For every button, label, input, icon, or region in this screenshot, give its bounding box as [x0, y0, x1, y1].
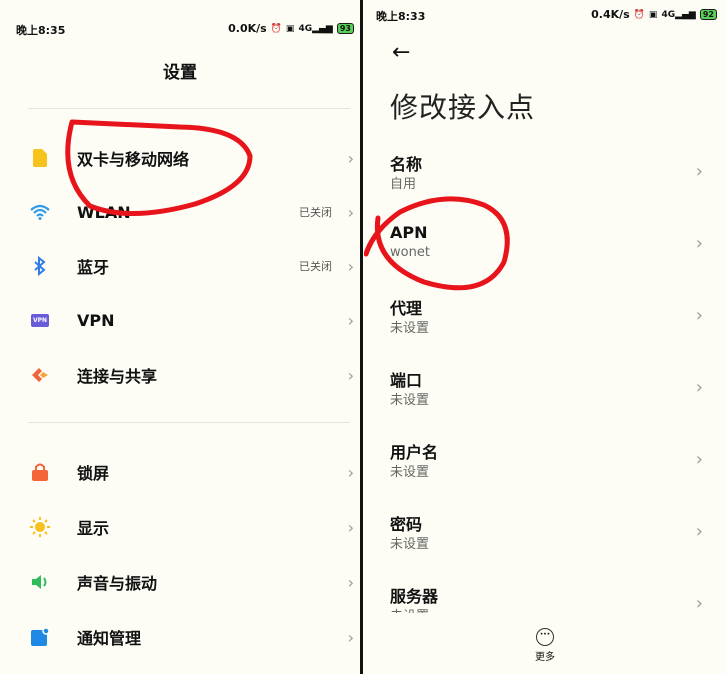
settings-item-label: 连接与共享	[77, 367, 158, 386]
chevron-right-icon: ›	[347, 572, 354, 592]
more-button[interactable]: ··· 更多	[532, 628, 558, 663]
more-label: 更多	[535, 652, 555, 663]
settings-item-lock-screen[interactable]: 锁屏 ›	[0, 452, 360, 492]
status-bar: 晚上8:33 0.4K/s ⏰ ▣ 4G▂▄▆ 92	[364, 0, 725, 32]
status-time: 晚上8:33	[376, 10, 426, 23]
chevron-right-icon: ›	[695, 449, 703, 470]
chevron-right-icon: ›	[695, 233, 703, 254]
status-right: 0.4K/s ⏰ ▣ 4G▂▄▆ 92	[591, 8, 717, 21]
chevron-right-icon: ›	[347, 627, 354, 647]
apn-field-port[interactable]: 端口 未设置 ›	[364, 359, 725, 419]
field-label: 代理	[390, 299, 423, 318]
alarm-icon: ⏰	[270, 23, 282, 34]
alarm-icon: ⏰	[633, 9, 645, 20]
chevron-right-icon: ›	[695, 305, 703, 326]
field-value: 未设置	[390, 537, 430, 552]
panel-divider	[360, 0, 363, 674]
field-label: 用户名	[390, 443, 439, 462]
apn-field-proxy[interactable]: 代理 未设置 ›	[364, 287, 725, 347]
settings-item-wlan[interactable]: WLAN 已关闭 ›	[0, 192, 360, 232]
sim-card-icon	[30, 148, 50, 168]
share-icon	[30, 365, 50, 385]
settings-item-vpn[interactable]: VPN VPN ›	[0, 300, 360, 340]
signal-icon: 4G▂▄▆	[298, 23, 333, 34]
divider	[28, 422, 350, 423]
settings-item-bluetooth[interactable]: 蓝牙 已关闭 ›	[0, 246, 360, 286]
signal-icon: 4G▂▄▆	[661, 9, 696, 20]
chevron-right-icon: ›	[695, 593, 703, 613]
settings-item-dual-sim[interactable]: 双卡与移动网络 ›	[0, 138, 360, 178]
field-value: 自用	[390, 177, 417, 192]
settings-item-label: WLAN	[77, 202, 131, 222]
field-value: 未设置	[390, 605, 429, 613]
bluetooth-icon	[30, 256, 50, 276]
field-label: APN	[390, 223, 428, 242]
field-value: 未设置	[390, 321, 430, 336]
chevron-right-icon: ›	[347, 517, 354, 537]
status-bar: 晚上8:35 0.0K/s ⏰ ▣ 4G▂▄▆ 93	[0, 0, 360, 37]
hd-icon: ▣	[648, 9, 658, 20]
vpn-icon: VPN	[30, 310, 50, 330]
settings-screen: 晚上8:35 0.0K/s ⏰ ▣ 4G▂▄▆ 93 设置 双卡与移动网络 › …	[0, 0, 360, 674]
page-title: 修改接入点	[390, 91, 536, 124]
settings-item-label: 通知管理	[77, 629, 142, 648]
apn-field-name[interactable]: 名称 自用 ›	[364, 143, 725, 203]
settings-item-label: 蓝牙	[77, 258, 110, 277]
settings-item-connection-sharing[interactable]: 连接与共享 ›	[0, 355, 360, 395]
edit-apn-screen: 晚上8:33 0.4K/s ⏰ ▣ 4G▂▄▆ 92 ← 修改接入点 名称 自用…	[364, 0, 725, 674]
hd-icon: ▣	[285, 23, 295, 34]
network-speed: 0.0K/s	[228, 22, 267, 35]
chevron-right-icon: ›	[695, 377, 703, 398]
bluetooth-status: 已关闭	[299, 260, 332, 273]
network-speed: 0.4K/s	[591, 8, 630, 21]
notification-icon	[30, 627, 50, 647]
chevron-right-icon: ›	[347, 365, 354, 385]
battery-icon: 93	[336, 23, 354, 34]
more-icon: ···	[536, 628, 554, 646]
apn-field-apn[interactable]: APN wonet ›	[364, 215, 725, 275]
chevron-right-icon: ›	[347, 310, 354, 330]
settings-item-sound-vibration[interactable]: 声音与振动 ›	[0, 562, 360, 602]
chevron-right-icon: ›	[347, 148, 354, 168]
settings-item-notifications[interactable]: 通知管理 ›	[0, 617, 360, 657]
lock-icon	[30, 462, 50, 482]
back-arrow-icon[interactable]: ←	[392, 40, 410, 65]
wifi-icon	[30, 202, 50, 222]
settings-item-label: 声音与振动	[77, 574, 158, 593]
chevron-right-icon: ›	[695, 521, 703, 542]
battery-icon: 92	[699, 9, 717, 20]
field-label: 名称	[390, 155, 423, 174]
apn-field-password[interactable]: 密码 未设置 ›	[364, 503, 725, 563]
field-value: 未设置	[390, 465, 430, 480]
field-label: 服务器	[390, 587, 439, 606]
settings-item-display[interactable]: 显示 ›	[0, 507, 360, 547]
speaker-icon	[30, 572, 50, 592]
settings-item-label: 双卡与移动网络	[77, 150, 190, 169]
settings-item-label: VPN	[77, 310, 115, 330]
chevron-right-icon: ›	[695, 161, 703, 182]
wlan-status: 已关闭	[299, 206, 332, 219]
divider	[28, 108, 350, 109]
field-value: 未设置	[390, 393, 430, 408]
settings-item-label: 锁屏	[77, 464, 110, 483]
field-label: 密码	[390, 515, 423, 534]
apn-field-username[interactable]: 用户名 未设置 ›	[364, 431, 725, 491]
settings-item-label: 显示	[77, 519, 110, 538]
apn-field-server[interactable]: 服务器 未设置 ›	[364, 575, 725, 613]
status-right: 0.0K/s ⏰ ▣ 4G▂▄▆ 93	[228, 22, 354, 35]
field-label: 端口	[390, 371, 423, 390]
chevron-right-icon: ›	[347, 202, 354, 222]
chevron-right-icon: ›	[347, 462, 354, 482]
sun-icon	[30, 517, 50, 537]
page-title: 设置	[163, 63, 197, 83]
field-value: wonet	[390, 245, 430, 260]
chevron-right-icon: ›	[347, 256, 354, 276]
status-time: 晚上8:35	[16, 24, 66, 37]
